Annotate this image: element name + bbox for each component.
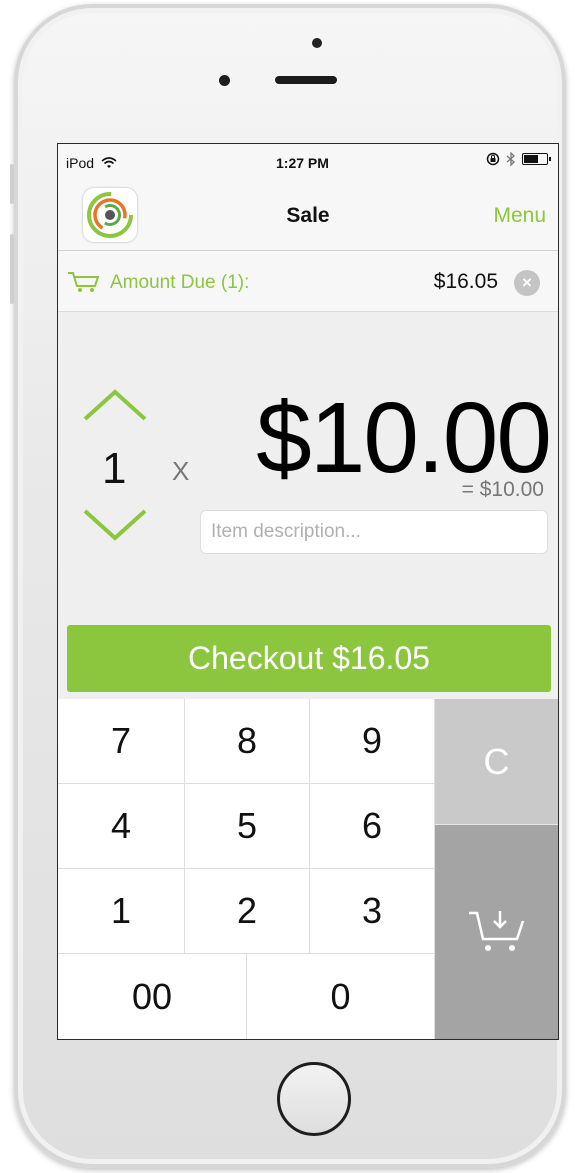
add-to-cart-key[interactable] <box>435 825 558 1039</box>
menu-button[interactable]: Menu <box>493 204 546 228</box>
home-button[interactable] <box>277 1062 351 1136</box>
key-0[interactable]: 0 <box>247 954 435 1039</box>
key-1[interactable]: 1 <box>58 869 185 954</box>
item-subtotal: = $10.00 <box>461 478 544 501</box>
clear-amount-icon[interactable]: × <box>514 270 540 296</box>
volume-button <box>10 234 14 304</box>
front-camera <box>312 38 322 48</box>
key-7[interactable]: 7 <box>58 699 185 784</box>
key-00[interactable]: 00 <box>58 954 247 1039</box>
item-description-input[interactable] <box>200 510 548 554</box>
amount-due-label: Amount Due (1): <box>110 272 250 293</box>
key-9[interactable]: 9 <box>310 699 435 784</box>
quantity-value: 1 <box>102 444 127 493</box>
clear-key[interactable]: C <box>435 699 558 825</box>
app-screen: iPod 1:27 PM Sale Menu Amount Due (1): $… <box>57 143 559 1040</box>
chevron-up-icon[interactable] <box>82 388 148 422</box>
checkout-button[interactable]: Checkout $16.05 <box>67 625 551 692</box>
key-2[interactable]: 2 <box>185 869 310 954</box>
status-carrier-group: iPod <box>66 155 117 171</box>
chevron-down-icon[interactable] <box>82 508 148 542</box>
status-bar: iPod 1:27 PM <box>58 144 558 178</box>
proximity-sensor <box>219 75 230 86</box>
status-icons <box>486 152 551 166</box>
add-to-cart-icon <box>468 911 524 951</box>
key-8[interactable]: 8 <box>185 699 310 784</box>
orientation-lock-icon <box>486 152 500 166</box>
side-button <box>10 164 14 204</box>
carrier-label: iPod <box>66 155 95 171</box>
status-time: 1:27 PM <box>276 155 329 171</box>
bluetooth-icon <box>506 152 515 166</box>
amount-due-value: $16.05 <box>433 270 498 293</box>
key-6[interactable]: 6 <box>310 784 435 869</box>
cart-icon <box>68 272 100 292</box>
battery-icon <box>522 153 551 165</box>
nav-bar: Sale Menu <box>58 178 558 251</box>
times-sign: X <box>172 456 190 486</box>
key-3[interactable]: 3 <box>310 869 435 954</box>
wifi-icon <box>101 157 117 168</box>
key-5[interactable]: 5 <box>185 784 310 869</box>
page-title: Sale <box>286 204 330 227</box>
earpiece-speaker <box>275 76 337 84</box>
item-price: $10.00 <box>256 382 552 494</box>
keypad: 7 8 9 4 5 6 1 2 3 00 0 C <box>58 699 558 1039</box>
amount-due-bar[interactable]: Amount Due (1): $16.05 × <box>58 251 558 312</box>
key-4[interactable]: 4 <box>58 784 185 869</box>
